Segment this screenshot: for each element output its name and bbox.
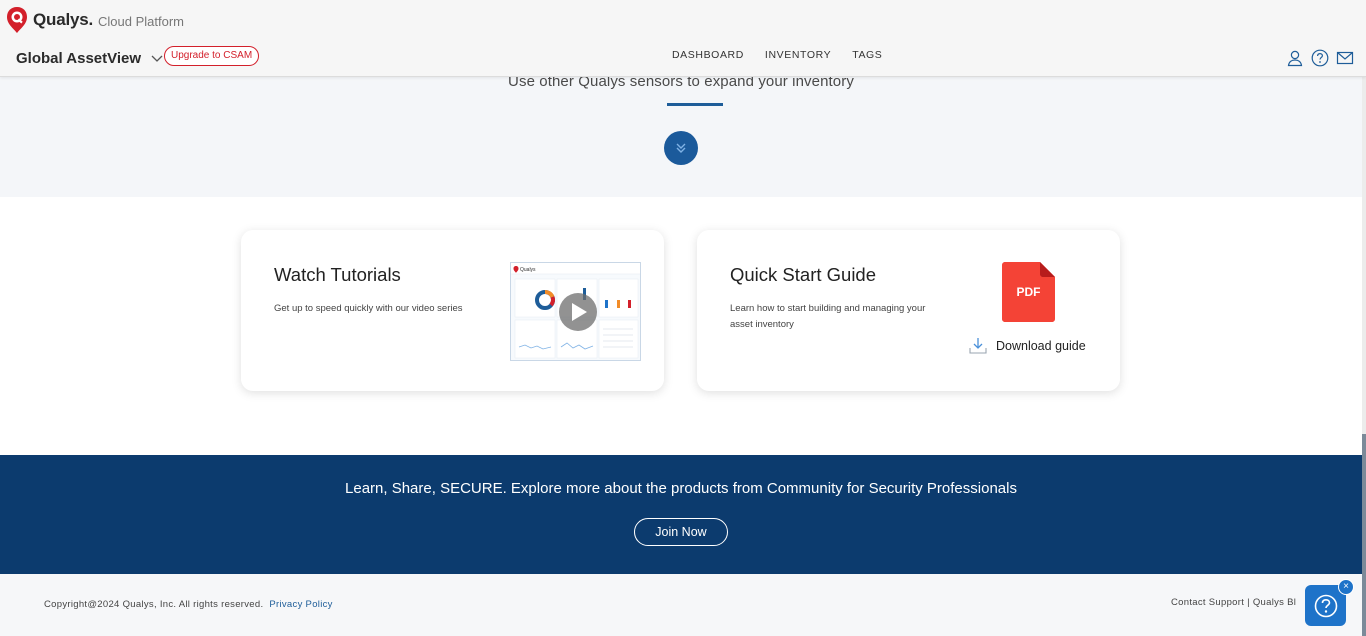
card-title: Quick Start Guide: [730, 264, 877, 285]
card-title: Watch Tutorials: [274, 264, 401, 285]
tab-dashboard[interactable]: DASHBOARD: [672, 49, 744, 61]
question-icon: [1314, 594, 1337, 617]
tab-inventory[interactable]: INVENTORY: [765, 49, 831, 61]
copyright-text: Copyright@2024 Qualys, Inc. All rights r…: [44, 599, 333, 610]
quick-start-guide-card: Quick Start Guide Learn how to start bui…: [697, 230, 1120, 391]
community-banner: Learn, Share, SECURE. Explore more about…: [0, 455, 1362, 574]
footer-links: Contact Support | Qualys Bl: [1171, 597, 1296, 608]
chevron-down-icon: [151, 55, 163, 62]
double-chevron-down-icon: [676, 143, 686, 153]
pdf-file-icon: PDF: [1002, 262, 1055, 322]
brand[interactable]: Qualys. Cloud Platform: [6, 6, 184, 34]
privacy-policy-link[interactable]: Privacy Policy: [269, 599, 332, 610]
qualys-logo-icon: [7, 7, 27, 33]
main-nav: DASHBOARD INVENTORY TAGS: [672, 49, 882, 61]
upgrade-button[interactable]: Upgrade to CSAM: [164, 46, 260, 66]
qualys-blog-link[interactable]: Qualys Bl: [1253, 597, 1296, 608]
contact-support-link[interactable]: Contact Support: [1171, 597, 1244, 608]
mail-icon[interactable]: [1336, 49, 1354, 67]
dashboard-preview-image: Qualys: [511, 263, 640, 359]
header-actions: [1286, 49, 1354, 67]
app-switcher[interactable]: Global AssetView: [16, 50, 163, 67]
heading-underline: [667, 103, 723, 106]
copyright-label: Copyright@2024 Qualys, Inc. All rights r…: [44, 599, 264, 610]
pdf-label: PDF: [1017, 285, 1041, 299]
card-description: Get up to speed quickly with our video s…: [274, 303, 463, 314]
watch-tutorials-card[interactable]: Watch Tutorials Get up to speed quickly …: [241, 230, 664, 391]
download-label: Download guide: [996, 339, 1086, 353]
top-header: Qualys. Cloud Platform Global AssetView …: [0, 0, 1366, 77]
tutorial-video-thumbnail[interactable]: Qualys: [510, 262, 641, 361]
scrollbar-thumb[interactable]: [1362, 434, 1366, 636]
user-icon[interactable]: [1286, 49, 1304, 67]
card-description: Learn how to start building and managing…: [730, 303, 926, 330]
app-title: Global AssetView: [16, 50, 142, 67]
tab-tags[interactable]: TAGS: [852, 49, 882, 61]
thumb-logo-text: Qualys: [520, 267, 536, 273]
footer: Copyright@2024 Qualys, Inc. All rights r…: [0, 574, 1362, 636]
sensors-section: Use other Qualys sensors to expand your …: [0, 73, 1362, 197]
footer-separator: |: [1247, 597, 1250, 608]
brand-name: Qualys.: [33, 10, 94, 29]
help-close-button[interactable]: ×: [1338, 579, 1354, 595]
join-now-button[interactable]: Join Now: [634, 518, 728, 546]
expand-sensors-button[interactable]: [664, 131, 698, 165]
community-text: Learn, Share, SECURE. Explore more about…: [345, 480, 1017, 497]
download-guide-link[interactable]: Download guide: [968, 336, 1086, 356]
help-icon[interactable]: [1311, 49, 1329, 67]
brand-subtitle: Cloud Platform: [98, 13, 185, 29]
download-icon: [969, 338, 987, 354]
